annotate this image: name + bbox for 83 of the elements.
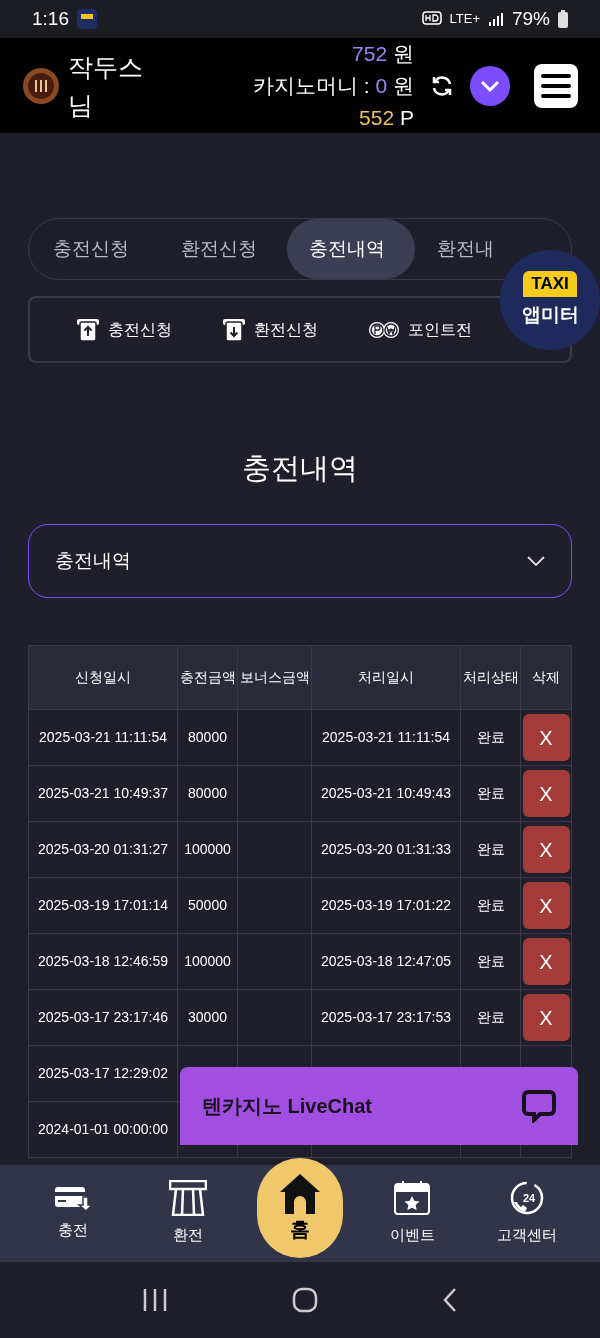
column-header: 신청일시 xyxy=(28,645,178,710)
table-cell: 2025-03-19 17:01:22 xyxy=(311,877,461,934)
table-cell: 2025-03-18 12:46:59 xyxy=(28,933,178,990)
column-header: 처리상태 xyxy=(460,645,521,710)
dropdown-button[interactable] xyxy=(470,65,510,106)
hd-icon xyxy=(421,11,442,27)
status-time: 1:16 xyxy=(32,6,69,31)
delete-button[interactable]: X xyxy=(522,714,570,761)
table-cell: 2025-03-19 17:01:14 xyxy=(28,877,178,934)
delete-button[interactable]: X xyxy=(522,882,570,929)
history-select[interactable]: 충전내역 xyxy=(28,524,572,598)
taxi-app-icon xyxy=(77,9,97,29)
menu-button[interactable] xyxy=(534,63,578,108)
tab[interactable]: 환전신청 xyxy=(159,219,287,279)
refresh-icon xyxy=(430,73,454,98)
table-cell: 2024-01-01 00:00:00 xyxy=(28,1101,178,1158)
battery-percent: 79% xyxy=(511,6,550,31)
atm-icon xyxy=(168,1180,207,1217)
taxi-label: 앱미터 xyxy=(521,302,579,327)
quick-link[interactable]: 충전신청 xyxy=(76,317,172,342)
delete-button[interactable]: X xyxy=(522,994,570,1041)
taxi-sign: TAXI xyxy=(523,270,577,297)
nav-item[interactable]: 환전 xyxy=(142,1180,233,1247)
page-title: 충전내역 xyxy=(241,451,359,486)
signal-icon xyxy=(487,11,504,27)
table-cell: 2025-03-21 11:11:54 xyxy=(28,709,178,766)
delete-button[interactable]: X xyxy=(522,938,570,985)
home-key-icon[interactable] xyxy=(292,1287,318,1313)
table-cell: 2025-03-17 23:17:53 xyxy=(311,989,461,1046)
table-cell: 2025-03-21 11:11:54 xyxy=(311,709,461,766)
table-cell: 2025-03-20 01:31:33 xyxy=(311,821,461,878)
nav-item[interactable]: 24 고객센터 xyxy=(481,1180,572,1247)
card-icon xyxy=(54,1185,93,1212)
table-cell: 완료 xyxy=(460,709,521,766)
recent-apps-icon[interactable] xyxy=(142,1288,168,1312)
table-cell: 80000 xyxy=(177,709,238,766)
network-type: LTE+ xyxy=(449,10,480,29)
table-cell: 완료 xyxy=(460,821,521,878)
balance-text: 752 원 xyxy=(352,40,414,67)
table-cell: 2025-03-17 12:29:02 xyxy=(28,1045,178,1102)
column-header: 충전금액 xyxy=(177,645,238,710)
chevron-down-icon xyxy=(527,556,545,566)
column-header: 삭제 xyxy=(520,645,572,710)
back-icon[interactable] xyxy=(442,1287,458,1313)
delete-button[interactable]: X xyxy=(522,770,570,817)
table-cell: 80000 xyxy=(177,765,238,822)
username: 작두스 님 xyxy=(68,51,144,121)
table-cell: 30000 xyxy=(177,989,238,1046)
calendar-icon xyxy=(393,1180,432,1217)
table-cell: 2025-03-21 10:49:43 xyxy=(311,765,461,822)
battery-icon xyxy=(558,10,568,28)
live-chat-widget[interactable]: 텐카지노 LiveChat xyxy=(180,1067,578,1145)
refresh-button[interactable] xyxy=(430,73,454,98)
support-clock-icon: 24 xyxy=(508,1180,545,1217)
menu-icon xyxy=(541,72,571,99)
table-cell: 완료 xyxy=(460,877,521,934)
table-cell: 완료 xyxy=(460,765,521,822)
level-badge-icon xyxy=(22,66,60,105)
quick-link[interactable]: 포인트전 xyxy=(368,315,472,344)
live-chat-label: 텐카지노 LiveChat xyxy=(202,1094,373,1119)
chevron-down-icon xyxy=(480,79,500,92)
nav-item[interactable]: 이벤트 xyxy=(367,1180,458,1247)
table-cell: 완료 xyxy=(460,933,521,990)
table-cell: 2025-03-21 10:49:37 xyxy=(28,765,178,822)
nav-item[interactable]: 충전 xyxy=(28,1185,119,1242)
table-cell: 2025-03-20 01:31:27 xyxy=(28,821,178,878)
points-text: 552 P xyxy=(359,104,414,131)
tab[interactable]: 충전내역 xyxy=(287,219,415,279)
casino-money-text: 카지노머니 : 0 원 xyxy=(252,72,414,99)
tab[interactable]: 환전내 xyxy=(415,219,494,279)
table-cell: 완료 xyxy=(460,989,521,1046)
chat-bubble-icon xyxy=(522,1089,556,1123)
table-cell: 100000 xyxy=(177,821,238,878)
nav-item[interactable]: 홈 xyxy=(256,1157,343,1258)
column-header: 보너스금액 xyxy=(237,645,312,710)
tab[interactable]: 충전신청 xyxy=(31,219,159,279)
column-header: 처리일시 xyxy=(311,645,461,710)
table-cell: 50000 xyxy=(177,877,238,934)
table-cell: 2025-03-17 23:17:46 xyxy=(28,989,178,1046)
table-cell: 100000 xyxy=(177,933,238,990)
delete-button[interactable]: X xyxy=(522,826,570,873)
quick-link[interactable]: 환전신청 xyxy=(222,317,318,342)
table-cell: 2025-03-18 12:47:05 xyxy=(311,933,461,990)
